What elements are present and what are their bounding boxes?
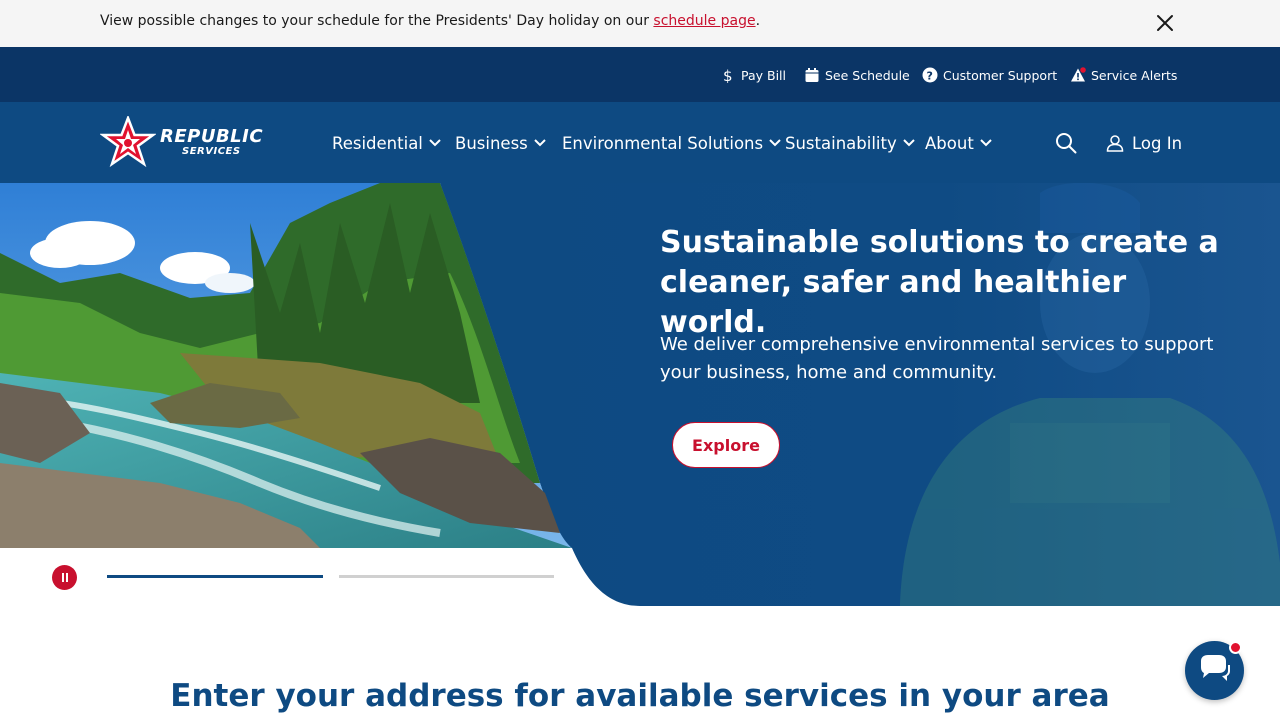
nav-about-label: About — [925, 133, 974, 153]
chevron-down-icon — [429, 139, 441, 147]
carousel-pause-button[interactable] — [52, 565, 77, 590]
hero-subtitle: We deliver comprehensive environmental s… — [660, 334, 1214, 383]
close-icon[interactable] — [1153, 11, 1177, 35]
nav-environmental-solutions-label: Environmental Solutions — [562, 133, 764, 153]
user-icon — [1106, 135, 1124, 152]
logo-wordmark-line1: REPUBLIC — [160, 126, 264, 147]
alert-message: View possible changes to your schedule f… — [100, 13, 760, 29]
warning-icon — [1071, 67, 1086, 82]
log-in-label: Log In — [1132, 133, 1183, 153]
service-alerts-label: Service Alerts — [1091, 67, 1178, 83]
schedule-page-link[interactable]: schedule page — [653, 13, 755, 29]
svg-text:$: $ — [723, 67, 733, 83]
star-logo-icon — [100, 116, 156, 168]
nav-sustainability-label: Sustainability — [785, 133, 897, 153]
nav-business-label: Business — [455, 133, 528, 153]
question-icon: ? — [922, 67, 938, 83]
alert-suffix: . — [755, 13, 761, 29]
chevron-down-icon — [769, 139, 781, 147]
chevron-down-icon — [534, 139, 546, 147]
svg-text:?: ? — [927, 70, 933, 83]
see-schedule-label: See Schedule — [825, 67, 910, 83]
pause-icon-bar — [65, 573, 68, 582]
customer-support-label: Customer Support — [943, 67, 1058, 83]
carousel-slide-1-indicator[interactable] — [107, 575, 323, 578]
address-section-heading: Enter your address for available service… — [170, 678, 1110, 714]
nav-environmental-solutions[interactable]: Environmental Solutions — [562, 132, 781, 154]
hero-title: Sustainable solutions to create a cleane… — [660, 225, 1219, 340]
see-schedule-link[interactable]: See Schedule — [804, 65, 910, 85]
pay-bill-label: Pay Bill — [741, 67, 787, 83]
utility-bar: $ Pay Bill See Schedule ? Customer Suppo… — [0, 47, 1280, 102]
service-alerts-link[interactable]: Service Alerts — [1070, 65, 1177, 85]
nav-about[interactable]: About — [925, 132, 992, 154]
calendar-icon — [805, 68, 819, 82]
logo-wordmark-line2: SERVICES — [182, 146, 241, 157]
log-in-button[interactable]: Log In — [1106, 132, 1182, 154]
alert-banner: View possible changes to your schedule f… — [0, 0, 1280, 47]
nav-business[interactable]: Business — [455, 132, 546, 154]
pay-bill-link[interactable]: $ Pay Bill — [720, 65, 786, 85]
pause-icon — [61, 573, 64, 582]
nav-sustainability[interactable]: Sustainability — [785, 132, 915, 154]
chat-notification-badge — [1229, 641, 1242, 654]
republic-services-logo[interactable]: REPUBLIC SERVICES — [100, 116, 270, 172]
chevron-down-icon — [903, 139, 915, 147]
chevron-down-icon — [980, 139, 992, 147]
customer-support-link[interactable]: ? Customer Support — [922, 65, 1057, 85]
main-nav: REPUBLIC SERVICES Residential Business E… — [0, 102, 1280, 183]
hero-banner: Sustainable solutions to create a cleane… — [0, 183, 1280, 606]
nav-residential-label: Residential — [332, 133, 423, 153]
search-icon[interactable] — [1055, 132, 1077, 154]
nav-residential[interactable]: Residential — [332, 132, 441, 154]
carousel-slide-2-indicator[interactable] — [339, 575, 554, 578]
explore-button[interactable]: Explore — [672, 422, 780, 468]
dollar-icon: $ — [723, 67, 733, 83]
alert-text: View possible changes to your schedule f… — [100, 13, 654, 29]
